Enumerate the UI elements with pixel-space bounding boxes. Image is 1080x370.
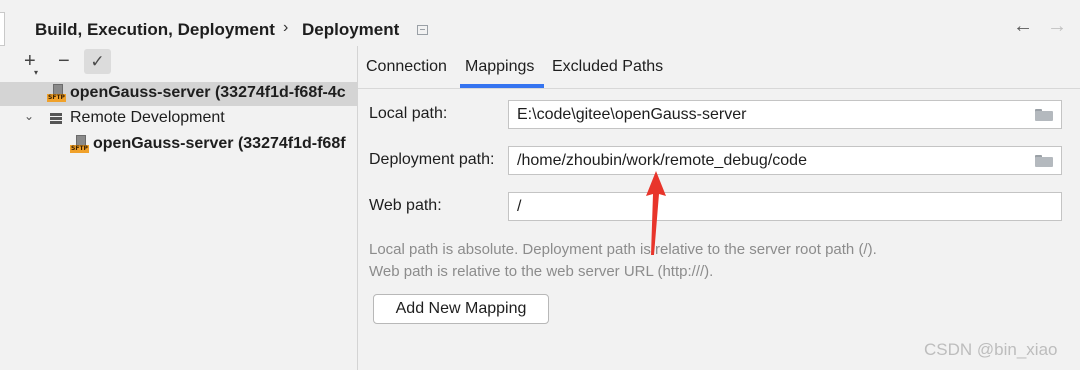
tree-item-group-server[interactable]: SFTP openGauss-server (33274f1d-f68f <box>0 133 357 157</box>
local-path-label: Local path: <box>369 105 448 122</box>
tree-item-label: openGauss-server (33274f1d-f68f-4c <box>70 84 346 101</box>
back-arrow-icon[interactable]: ← <box>1013 16 1033 36</box>
tree-item-server[interactable]: SFTP openGauss-server (33274f1d-f68f-4c <box>0 82 357 106</box>
expand-chevron-icon[interactable]: ⌄ <box>24 109 34 123</box>
window-edge <box>0 12 5 46</box>
web-path-label: Web path: <box>369 197 442 214</box>
hint-text-web: Web path is relative to the web server U… <box>369 263 714 280</box>
tab-divider <box>358 88 1080 89</box>
add-new-mapping-button[interactable]: Add New Mapping <box>373 294 549 324</box>
tab-connection[interactable]: Connection <box>366 58 447 76</box>
server-list-panel: + ▾ − ✓ SFTP openGauss-server (33274f1d-… <box>0 46 358 370</box>
sftp-server-icon: SFTP <box>70 135 90 155</box>
mappings-panel: Connection Mappings Excluded Paths Local… <box>358 46 1080 370</box>
server-group-icon <box>50 113 62 125</box>
tab-excluded-paths[interactable]: Excluded Paths <box>552 58 663 76</box>
breadcrumb-parent[interactable]: Build, Execution, Deployment <box>35 20 275 40</box>
tree-item-label: openGauss-server (33274f1d-f68f <box>93 135 346 152</box>
forward-arrow-icon[interactable]: → <box>1047 16 1067 36</box>
sftp-server-icon: SFTP <box>47 84 67 104</box>
settings-header: Build, Execution, Deployment › Deploymen… <box>0 0 1080 46</box>
folder-icon[interactable] <box>1035 155 1053 167</box>
check-icon[interactable]: ✓ <box>84 49 111 74</box>
web-path-input[interactable]: / <box>508 192 1062 221</box>
deployment-path-input[interactable]: /home/zhoubin/work/remote_debug/code <box>508 146 1062 175</box>
tree-group-label: Remote Development <box>70 109 225 126</box>
local-path-input[interactable]: E:\code\gitee\openGauss-server <box>508 100 1062 129</box>
folder-icon[interactable] <box>1035 109 1053 121</box>
tab-mappings[interactable]: Mappings <box>465 58 534 76</box>
deployment-path-label: Deployment path: <box>369 151 495 168</box>
tree-group-remote-development[interactable]: ⌄ Remote Development <box>0 107 357 131</box>
add-dropdown-icon: ▾ <box>34 68 39 77</box>
annotation-arrow-icon <box>646 171 666 255</box>
settings-doc-icon <box>417 25 428 35</box>
remove-icon[interactable]: − <box>58 50 70 72</box>
watermark: CSDN @bin_xiao <box>924 340 1058 359</box>
breadcrumb-separator: › <box>283 19 289 36</box>
breadcrumb-current: Deployment <box>302 20 400 39</box>
